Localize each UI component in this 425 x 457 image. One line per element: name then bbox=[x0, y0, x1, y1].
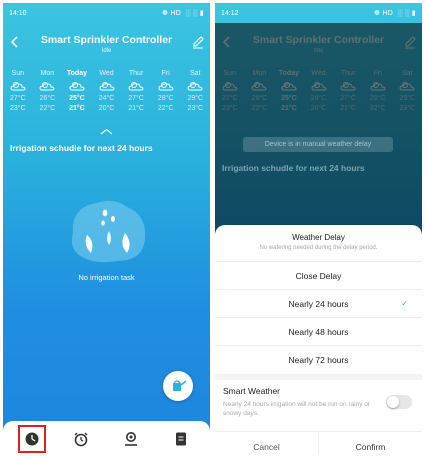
manual-delay-banner: Device is in manual weather delay bbox=[243, 137, 393, 152]
schedule-title: Irrigation schudle for next 24 hours bbox=[10, 143, 153, 153]
header: Smart Sprinkler Controller Idle bbox=[3, 31, 210, 61]
weather-delay-screen: 14:12 ☸ HD ░ ░ ▮ Smart Sprinkler Control… bbox=[215, 3, 422, 455]
weather-day: Thur 27°C 21°C bbox=[121, 69, 151, 121]
screenshot-pair: 14:10 ☸ HD ░ ░ ▮ Smart Sprinkler Control… bbox=[0, 0, 425, 457]
weather-day: Sat 29°C 23°C bbox=[180, 69, 210, 121]
low-temp: 21°C bbox=[69, 105, 85, 112]
status-time: 14:12 bbox=[221, 9, 239, 17]
document-icon bbox=[176, 432, 186, 446]
weather-day: Sun 27°C 23°C bbox=[3, 69, 33, 121]
weather-day: Wed 24°C 20°C bbox=[92, 69, 122, 121]
weather-day: Mon 26°C 22°C bbox=[33, 69, 63, 121]
status-time: 14:10 bbox=[9, 9, 27, 17]
page-title: Smart Sprinkler Controller bbox=[40, 34, 173, 46]
option-label: Nearly 24 hours bbox=[288, 299, 349, 309]
smart-weather-description: Nearly 24 hours irrigation will not be r… bbox=[223, 401, 371, 417]
status-bar: 14:12 ☸ HD ░ ░ ▮ bbox=[215, 3, 422, 23]
low-temp: 23°C bbox=[187, 105, 204, 112]
main-screen: 14:10 ☸ HD ░ ░ ▮ Smart Sprinkler Control… bbox=[3, 3, 210, 455]
toggle-knob bbox=[387, 396, 399, 408]
low-temp: 22°C bbox=[157, 105, 174, 112]
sheet-footer: Cancel Confirm bbox=[215, 431, 422, 455]
option-48-hours[interactable]: Nearly 48 hours bbox=[215, 317, 422, 345]
location-pin-icon bbox=[125, 432, 137, 446]
confirm-button[interactable]: Confirm bbox=[318, 432, 422, 455]
high-temp: 24°C bbox=[98, 95, 115, 102]
clock-dial-icon bbox=[25, 432, 39, 446]
high-temp: 25°C bbox=[69, 95, 85, 102]
cloudy-icon bbox=[158, 82, 174, 91]
tab-location[interactable] bbox=[119, 427, 143, 451]
weather-day: Fri 28°C 22°C bbox=[151, 69, 181, 121]
weekly-weather: Sun 27°C 23°C Mon 26°C 22°C Today 25°C 2… bbox=[3, 69, 210, 121]
empty-state-text: No irrigation task bbox=[78, 273, 135, 282]
cloudy-icon bbox=[10, 82, 26, 91]
cloudy-icon bbox=[69, 81, 85, 91]
status-icons: ☸ HD ░ ░ ▮ bbox=[373, 10, 416, 17]
edit-pencil-icon[interactable] bbox=[192, 35, 204, 49]
low-temp: 22°C bbox=[39, 105, 56, 112]
status-icons: ☸ HD ░ ░ ▮ bbox=[161, 10, 204, 17]
day-name: Mon bbox=[40, 70, 55, 77]
bottom-tab-bar bbox=[3, 421, 210, 455]
day-name: Thur bbox=[128, 70, 144, 77]
high-temp: 28°C bbox=[157, 95, 174, 102]
weather-day-today: Today 25°C 21°C bbox=[62, 69, 92, 121]
chevron-up-icon[interactable] bbox=[3, 127, 210, 137]
option-close-delay[interactable]: Close Delay bbox=[215, 261, 422, 289]
checkmark-icon: ✓ bbox=[401, 299, 408, 308]
smart-weather-toggle[interactable] bbox=[386, 395, 412, 409]
day-name: Fri bbox=[161, 70, 170, 77]
alarm-clock-icon bbox=[74, 432, 88, 447]
tab-records[interactable] bbox=[169, 427, 193, 451]
cancel-button[interactable]: Cancel bbox=[215, 432, 318, 455]
sheet-title: Weather Delay bbox=[292, 233, 345, 242]
day-name: Sat bbox=[190, 70, 201, 77]
high-temp: 29°C bbox=[187, 95, 204, 102]
option-24-hours[interactable]: Nearly 24 hours ✓ bbox=[215, 289, 422, 317]
day-name: Wed bbox=[99, 70, 114, 77]
low-temp: 20°C bbox=[98, 105, 115, 112]
cloudy-icon bbox=[99, 82, 114, 91]
sheet-subtitle: No watering needed during the delay peri… bbox=[259, 245, 378, 251]
cloudy-icon bbox=[39, 82, 55, 91]
watering-can-icon bbox=[173, 380, 187, 391]
weather-delay-sheet: Weather Delay No watering needed during … bbox=[215, 225, 422, 455]
status-bar: 14:10 ☸ HD ░ ░ ▮ bbox=[3, 3, 210, 23]
device-status: Idle bbox=[101, 48, 112, 54]
smart-weather-title: Smart Weather bbox=[223, 386, 281, 396]
schedule-title: Irrigation schudle for next 24 hours bbox=[222, 163, 365, 173]
high-temp: 26°C bbox=[39, 95, 56, 102]
tab-timer[interactable] bbox=[69, 427, 93, 451]
day-name: Today bbox=[66, 70, 87, 77]
watering-can-button[interactable] bbox=[163, 371, 193, 401]
low-temp: 23°C bbox=[9, 105, 26, 112]
section-divider bbox=[215, 374, 422, 380]
high-temp: 27°C bbox=[128, 95, 144, 102]
day-name: Sun bbox=[11, 70, 25, 77]
option-72-hours[interactable]: Nearly 72 hours bbox=[215, 345, 422, 373]
low-temp: 21°C bbox=[128, 105, 144, 112]
tab-schedule[interactable] bbox=[18, 425, 46, 453]
cloudy-icon bbox=[128, 82, 144, 91]
high-temp: 27°C bbox=[9, 95, 26, 102]
cloudy-icon bbox=[187, 82, 203, 91]
empty-state-illustration-icon bbox=[71, 200, 146, 263]
